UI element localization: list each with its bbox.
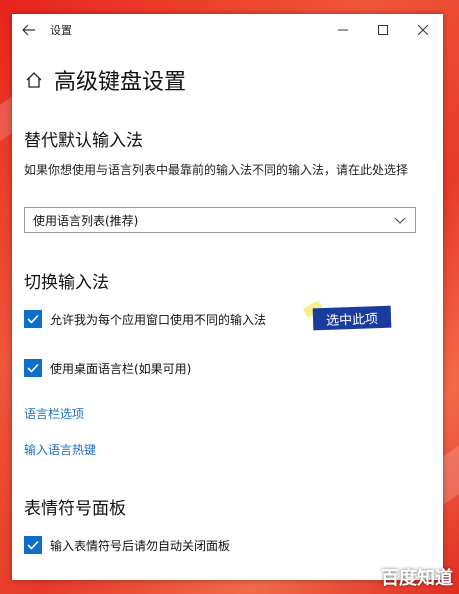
checkmark-icon	[27, 314, 39, 324]
override-description: 如果你想使用与语言列表中最靠前的输入法不同的输入法，请在此处选择	[24, 163, 409, 177]
switch-heading: 切换输入法	[24, 273, 109, 293]
language-bar-options-link[interactable]: 语言栏选项	[24, 405, 84, 422]
close-icon	[418, 25, 428, 35]
page-title: 高级键盘设置	[54, 70, 187, 95]
home-button[interactable]	[24, 70, 44, 90]
language-bar-label: 使用桌面语言栏(如果可用)	[50, 361, 192, 376]
per-app-input-checkbox-row[interactable]: 允许我为每个应用窗口使用不同的输入法	[24, 310, 266, 328]
minimize-icon	[338, 29, 348, 31]
back-arrow-icon	[22, 24, 35, 36]
close-button[interactable]	[403, 14, 443, 46]
checkmark-icon	[27, 363, 39, 373]
override-heading: 替代默认输入法	[24, 131, 143, 151]
minimize-button[interactable]	[323, 14, 363, 46]
watermark: 百度知道	[381, 568, 453, 589]
emoji-panel-checkbox[interactable]	[24, 536, 42, 554]
title-bar: 设置	[12, 14, 443, 46]
chevron-down-icon	[394, 217, 406, 224]
input-language-hotkeys-link[interactable]: 输入语言热键	[24, 441, 96, 458]
select-value: 使用语言列表(推荐)	[33, 213, 139, 228]
maximize-button[interactable]	[363, 14, 403, 46]
emoji-panel-label: 输入表情符号后请勿自动关闭面板	[50, 538, 231, 553]
home-icon	[26, 72, 42, 88]
checkmark-icon	[27, 540, 39, 550]
emoji-heading: 表情符号面板	[24, 499, 126, 519]
back-button[interactable]	[12, 14, 46, 46]
language-bar-checkbox-row[interactable]: 使用桌面语言栏(如果可用)	[24, 359, 191, 377]
settings-window: 设置 高级键盘设置 替代默认输入法 如果你想使用与语言列表中最靠前的输入法不同的…	[12, 14, 443, 580]
emoji-panel-checkbox-row[interactable]: 输入表情符号后请勿自动关闭面板	[24, 536, 230, 554]
per-app-input-checkbox[interactable]	[24, 310, 42, 328]
page-header: 高级键盘设置	[24, 64, 186, 96]
per-app-input-label: 允许我为每个应用窗口使用不同的输入法	[50, 312, 267, 327]
window-controls	[323, 14, 443, 46]
annotation-callout: 选中此项	[312, 305, 392, 331]
window-title: 设置	[50, 24, 72, 37]
language-bar-checkbox[interactable]	[24, 359, 42, 377]
maximize-icon	[378, 25, 388, 35]
input-method-select[interactable]: 使用语言列表(推荐)	[24, 207, 416, 233]
